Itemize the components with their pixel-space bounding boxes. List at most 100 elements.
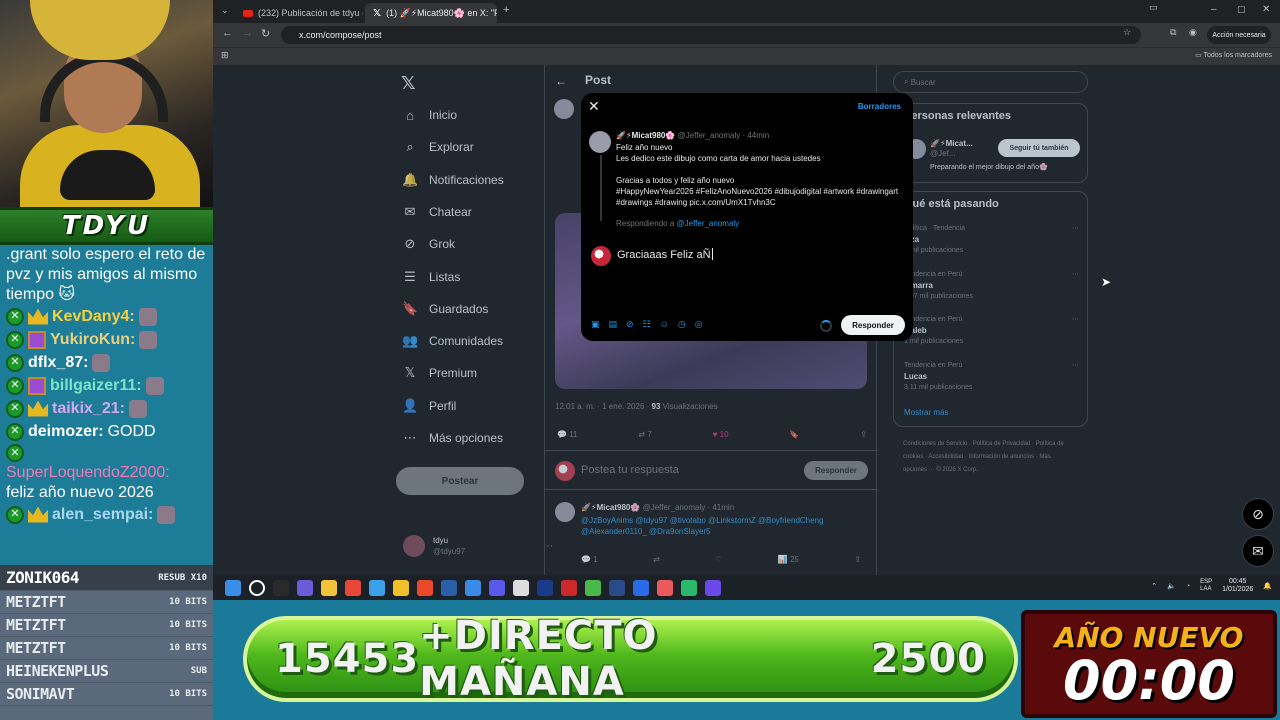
app-icon[interactable]	[489, 579, 505, 596]
bookmark-star-icon[interactable]: ☆	[1123, 27, 1131, 38]
tab-x-post[interactable]: 𝕏 (1) 🚀⚡Micat980🌸 en X: "Fe ✕	[365, 3, 497, 23]
account-action-button[interactable]: Acción necesaria	[1207, 26, 1271, 44]
countdown-box: AÑO NUEVO 00:00	[1021, 610, 1277, 718]
tab-bar: ⌄ (232) Publicación de tdyu - You ✕ 𝕏 (1…	[213, 0, 1280, 23]
modal-reply-label: Responder	[852, 320, 894, 330]
schedule-icon[interactable]: ◷	[678, 319, 686, 330]
volume-icon[interactable]: 🔈	[1167, 582, 1176, 590]
crown-badge-icon	[28, 308, 48, 325]
gif-icon[interactable]: ▤	[609, 319, 618, 330]
tab-search-icon[interactable]: ⌄	[221, 5, 229, 16]
photos-icon[interactable]	[441, 579, 457, 596]
original-post-text: Feliz año nuevo Les dedico este dibujo c…	[616, 143, 899, 207]
chat-message: ✕ YukiroKun:	[6, 328, 207, 351]
thread-line	[600, 155, 602, 221]
app-icon[interactable]	[657, 579, 673, 596]
emote-icon	[128, 399, 147, 418]
moderator-badge-icon: ✕	[6, 330, 24, 349]
chevron-up-icon[interactable]: ⌃	[1151, 582, 1157, 590]
moderator-badge-icon: ✕	[6, 505, 24, 524]
obs-icon[interactable]	[705, 579, 721, 596]
search-icon[interactable]	[249, 579, 265, 596]
chat-username: dflx_87:	[28, 354, 89, 371]
notification-icon[interactable]: 🔔	[1263, 582, 1272, 590]
system-tray: ⌃ 🔈 ◔ ESP LAA 00:45 1/01/2026 🔔	[1151, 578, 1272, 594]
modal-reply-button[interactable]: Responder	[841, 315, 905, 335]
chat-message: ✕ deimozer: GODD	[6, 420, 207, 443]
windows-taskbar: ⌃ 🔈 ◔ ESP LAA 00:45 1/01/2026 🔔	[213, 575, 1280, 600]
webcam-hat	[30, 0, 170, 60]
copilot-icon[interactable]	[297, 579, 313, 596]
goal-count: 15453	[275, 636, 420, 682]
chat-box: .grant solo espero el reto de pvz y mis …	[0, 245, 213, 565]
steam-icon[interactable]	[609, 579, 625, 596]
event-user: ZONIK064	[6, 568, 80, 587]
chrome-icon[interactable]	[345, 579, 361, 596]
gift-badge-icon	[28, 330, 46, 349]
apps-icon[interactable]: ⊞	[221, 50, 229, 61]
reload-icon[interactable]: ↻	[261, 27, 270, 40]
moderator-badge-icon: ✕	[6, 422, 24, 441]
taskbar-apps	[213, 579, 729, 596]
replying-to-handle[interactable]: @Jeffer_anomaly	[677, 219, 740, 228]
event-user: METZTFT	[6, 593, 66, 611]
profile-icon[interactable]: ◉	[1189, 27, 1197, 38]
poll-icon[interactable]: ☷	[643, 319, 651, 330]
extensions-icon[interactable]: ⧉	[1170, 27, 1176, 38]
clock[interactable]: 00:45 1/01/2026	[1222, 578, 1253, 594]
language-indicator[interactable]: ESP LAA	[1200, 579, 1212, 593]
close-icon[interactable]: ✕	[588, 98, 600, 115]
account-action-label: Acción necesaria	[1212, 31, 1266, 39]
replying-to: Respondiendo a @Jeffer_anomaly	[616, 219, 739, 228]
cast-icon[interactable]: ▭	[1149, 2, 1158, 13]
brave-icon[interactable]	[417, 579, 433, 596]
back-icon[interactable]: ←	[222, 27, 233, 39]
file-explorer-icon[interactable]	[321, 579, 337, 596]
streamer-nameplate: TDYU	[0, 207, 213, 245]
location-icon[interactable]: ◎	[695, 319, 703, 330]
new-tab-icon[interactable]: +	[503, 4, 509, 16]
mouse-cursor-icon: ➤	[1101, 275, 1112, 289]
grok-icon[interactable]: ⊘	[626, 319, 634, 330]
app-icon[interactable]	[681, 579, 697, 596]
start-icon[interactable]	[225, 579, 241, 596]
event-type: 10 BITS	[169, 643, 207, 653]
chat-username: KevDany4:	[52, 308, 135, 325]
emote-icon	[92, 353, 111, 372]
store-icon[interactable]	[393, 579, 409, 596]
chat-username: taikix_21:	[52, 400, 125, 417]
event-type: SUB	[190, 666, 207, 676]
reply-text-input[interactable]: Graciaaas Feliz aÑ	[617, 248, 713, 261]
notepad-icon[interactable]	[465, 579, 481, 596]
chat-text: GODD	[107, 423, 156, 440]
app-icon[interactable]	[633, 579, 649, 596]
browser-toolbar: ← → ↻ x.com/compose/post ☆ ⧉ ◉ Acción ne…	[213, 23, 1280, 47]
emoji-icon[interactable]: ☺	[660, 319, 669, 330]
grok-floating-icon[interactable]: ⊘	[1242, 498, 1274, 530]
wifi-icon[interactable]: ◔	[1186, 583, 1190, 590]
youtube-icon	[243, 9, 253, 17]
edge-icon[interactable]	[369, 579, 385, 596]
xbox-icon[interactable]	[585, 579, 601, 596]
messages-floating-icon[interactable]: ✉	[1242, 535, 1274, 567]
app-icon[interactable]	[561, 579, 577, 596]
event-row: HEINEKENPLUS SUB	[0, 660, 213, 683]
image-icon[interactable]: ▣	[591, 319, 600, 330]
all-bookmarks[interactable]: ▭ Todos los marcadores	[1195, 51, 1272, 59]
address-bar[interactable]: x.com/compose/post	[281, 26, 1141, 44]
all-bookmarks-label: Todos los marcadores	[1203, 52, 1272, 59]
task-view-icon[interactable]	[273, 579, 289, 596]
tab-youtube[interactable]: (232) Publicación de tdyu - You ✕	[235, 3, 363, 23]
moderator-badge-icon: ✕	[6, 399, 24, 418]
photoshop-icon[interactable]	[537, 579, 553, 596]
maximize-icon[interactable]: ▢	[1237, 4, 1246, 15]
forward-icon[interactable]: →	[242, 27, 253, 39]
minimize-icon[interactable]: –	[1211, 4, 1217, 15]
close-window-icon[interactable]: ✕	[1262, 4, 1270, 15]
original-author: 🚀⚡Micat980🌸	[616, 131, 676, 140]
clock-time: 00:45	[1228, 578, 1247, 585]
clock-app-icon[interactable]	[513, 579, 529, 596]
browser-window: ⌄ (232) Publicación de tdyu - You ✕ 𝕏 (1…	[213, 0, 1280, 575]
event-row: SONIMAVT 10 BITS	[0, 683, 213, 706]
drafts-button[interactable]: Borradores	[858, 102, 901, 111]
